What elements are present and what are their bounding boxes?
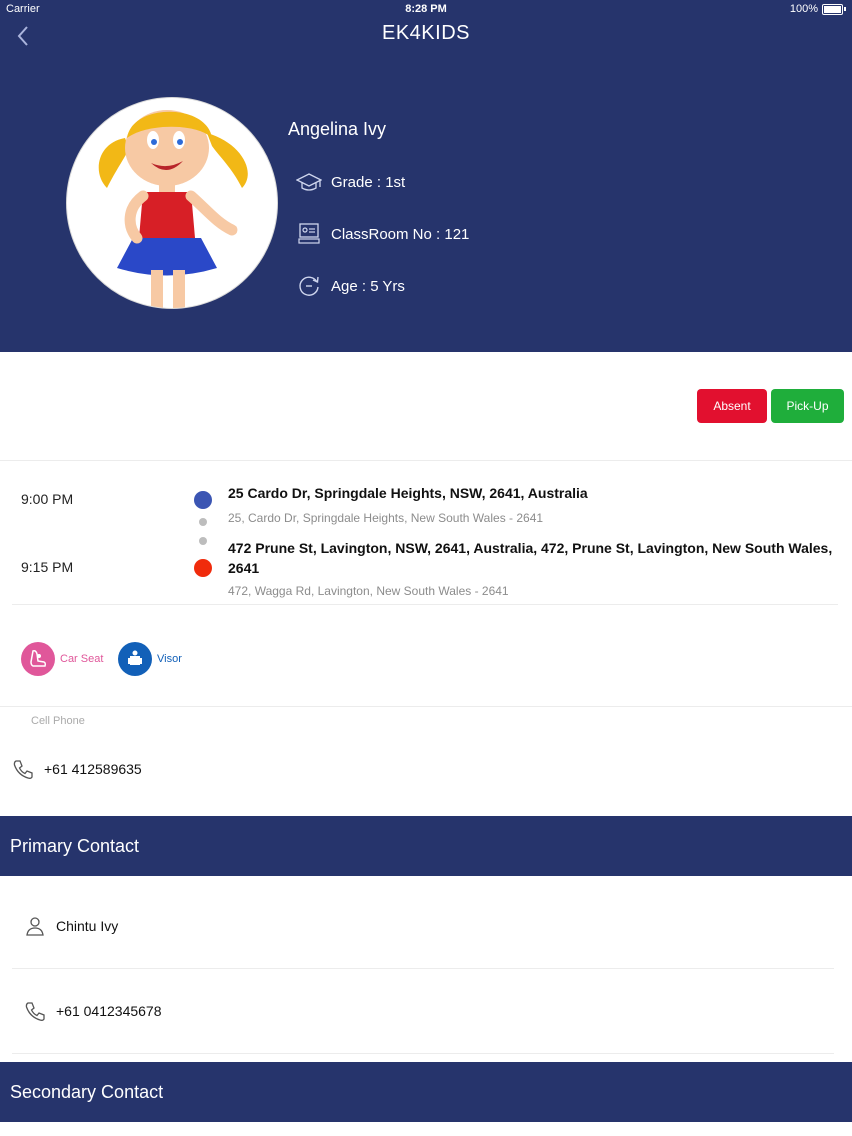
absent-button[interactable]: Absent [697,389,767,423]
divider [0,460,852,461]
age-cycle-icon [299,276,319,296]
page-title: EK4KIDS [382,22,470,44]
girl-cartoon-icon [98,110,248,308]
grade-label: Grade : 1st [331,173,406,191]
primary-contact-name: Chintu Ivy [56,918,119,934]
primary-contact-name-row: Chintu Ivy [24,915,118,937]
divider [12,604,838,605]
primary-contact-phone: +61 0412345678 [56,1003,162,1019]
car-seat-icon [21,642,55,676]
start-address: 25 Cardo Dr, Springdale Heights, NSW, 26… [228,485,588,501]
phone-icon [13,760,33,779]
visor-feature[interactable]: Visor [118,642,182,676]
person-icon [26,917,44,936]
divider [0,706,852,707]
car-seat-feature[interactable]: Car Seat [21,642,103,676]
end-address-detail: 472, Wagga Rd, Lavington, New South Wale… [228,584,509,598]
classroom-board-icon [298,223,320,244]
car-seat-label: Car Seat [60,653,104,665]
classroom-label: ClassRoom No : 121 [331,225,470,243]
end-time: 9:15 PM [21,559,74,575]
visor-icon [118,642,152,676]
route-connector-dot [199,518,207,526]
age-label: Age : 5 Yrs [331,277,405,295]
status-bar: Carrier 8:28 PM 100% [0,0,852,18]
divider [12,1053,834,1054]
phone-icon [25,1002,45,1021]
pickup-button[interactable]: Pick-Up [771,389,844,423]
cell-phone-row[interactable]: +61 412589635 [12,758,142,780]
age-row: Age : 5 Yrs [296,273,405,299]
divider [12,968,834,969]
battery-indicator: 100% [790,3,846,15]
grade-row: Grade : 1st [296,169,405,195]
battery-icon [822,3,843,15]
status-time: 8:28 PM [405,3,447,15]
end-address: 472 Prune St, Lavington, NSW, 2641, Aust… [228,540,833,576]
battery-percent: 100% [789,3,818,15]
classroom-row: ClassRoom No : 121 [296,221,469,247]
primary-contact-heading: Primary Contact [0,816,852,876]
visor-label: Visor [157,653,182,665]
start-point-dot [194,491,212,509]
start-time: 9:00 PM [21,491,74,507]
start-address-detail: 25, Cardo Dr, Springdale Heights, New So… [228,511,544,525]
student-avatar [66,97,278,309]
primary-contact-phone-row[interactable]: +61 0412345678 [24,1000,162,1022]
cell-phone-number: +61 412589635 [44,761,142,777]
graduation-cap-icon [296,173,322,191]
student-name: Angelina Ivy [288,119,387,139]
cell-phone-label: Cell Phone [31,715,85,727]
secondary-contact-heading: Secondary Contact [0,1062,852,1122]
route-connector-dot [199,537,207,545]
end-point-dot [194,559,212,577]
profile-header: Carrier 8:28 PM 100% EK4KIDS Angelina Iv… [0,0,852,352]
